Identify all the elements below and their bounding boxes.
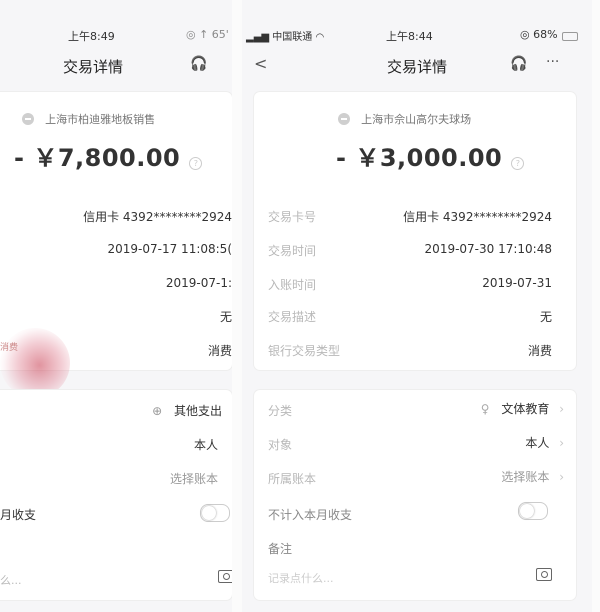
wifi-icon: ◠ xyxy=(315,32,325,43)
transaction-time-value: 2019-07-17 11:08:5( xyxy=(107,242,233,256)
target-label: 对象 xyxy=(268,438,293,452)
posting-time-label: 入账时间 xyxy=(268,278,317,292)
category-value: 文体教育 xyxy=(501,402,550,416)
nav-bar: < 交易详情 🎧 ··· xyxy=(242,52,592,80)
exclude-toggle[interactable] xyxy=(200,504,230,522)
bank-type-value: 消费 xyxy=(207,344,232,358)
note-input[interactable]: 记录点什么... xyxy=(268,570,334,586)
amount-row: - ￥3,000.00 ? xyxy=(336,138,525,173)
amount: - ￥7,800.00 xyxy=(14,144,181,172)
note-label: 备注 xyxy=(268,542,293,556)
card-number-label: 交易卡号 xyxy=(268,210,317,224)
status-time: 上午8:49 xyxy=(68,30,115,43)
more-button[interactable]: ··· xyxy=(546,54,559,70)
battery-icon xyxy=(562,32,578,41)
description-value: 无 xyxy=(539,310,552,324)
ledger-value: 选择账本 xyxy=(501,470,550,484)
category-icon: ⊕ xyxy=(152,404,163,418)
merchant-icon xyxy=(338,112,350,125)
transaction-card: 上海市佘山高尔夫球场 - ￥3,000.00 ? 交易卡号 信用卡 4392**… xyxy=(254,92,576,370)
signal-icon: ▂▄▆ xyxy=(246,32,270,43)
headset-icon[interactable]: 🎧 xyxy=(190,56,207,72)
nav-bar: 交易详情 🎧 xyxy=(0,52,232,80)
chevron-right-icon: › xyxy=(559,436,564,450)
chevron-right-icon: › xyxy=(559,470,564,484)
carrier: ▂▄▆ 中国联通 ◠ xyxy=(246,32,325,43)
chevron-right-icon: › xyxy=(559,402,564,416)
category-row[interactable]: ♀ 文体教育 › xyxy=(481,400,564,417)
category-row[interactable]: ⊕ 其他支出 xyxy=(152,402,222,419)
posting-time-value: 2019-07-1: xyxy=(165,276,232,290)
card-number-value: 信用卡 4392********2924 xyxy=(83,210,232,224)
battery: ◎ 68% xyxy=(520,28,558,41)
settings-card: 分类 ♀ 文体教育 › 对象 本人 › 所属账本 选择账本 › 不计入本月收支 … xyxy=(254,390,576,600)
bulb-icon: ♀ xyxy=(480,402,490,416)
bank-type-value: 消费 xyxy=(527,344,552,358)
status-icons: ◎ ↑ 65' xyxy=(186,28,229,41)
description-value: 无 xyxy=(219,310,232,324)
status-time: 上午8:44 xyxy=(386,30,433,43)
category-value: 其他支出 xyxy=(173,404,222,418)
camera-icon[interactable] xyxy=(218,570,232,583)
merchant-icon xyxy=(22,112,34,125)
left-screen: 上午8:49 ◎ ↑ 65' 交易详情 🎧 上海市柏迪雅地板销售 - ￥7,80… xyxy=(0,0,232,612)
headset-icon[interactable]: 🎧 xyxy=(510,56,527,72)
ledger-value[interactable]: 选择账本 xyxy=(170,470,218,487)
merchant-row: 上海市柏迪雅地板销售 xyxy=(22,108,155,127)
ledger-label: 所属账本 xyxy=(268,472,317,486)
right-screen: ▂▄▆ 中国联通 ◠ 上午8:44 ◎ 68% < 交易详情 🎧 ··· 上海市… xyxy=(242,0,592,612)
merchant-row: 上海市佘山高尔夫球场 xyxy=(338,108,471,127)
merchant-name: 上海市佘山高尔夫球场 xyxy=(361,113,472,126)
status-bar: 上午8:49 ◎ ↑ 65' xyxy=(0,28,232,48)
card-number-value: 信用卡 4392********2924 xyxy=(403,210,552,224)
page-title: 交易详情 xyxy=(386,58,447,76)
category-label: 分类 xyxy=(268,404,293,418)
info-icon[interactable]: ? xyxy=(189,157,203,170)
merchant-name: 上海市柏迪雅地板销售 xyxy=(45,113,156,126)
posting-time-value: 2019-07-31 xyxy=(482,276,552,290)
amount: - ￥3,000.00 xyxy=(336,144,503,172)
exclude-toggle[interactable] xyxy=(518,502,548,520)
page-title: 交易详情 xyxy=(62,58,123,76)
amount-row: - ￥7,800.00 ? xyxy=(14,138,203,173)
transaction-time-value: 2019-07-30 17:10:48 xyxy=(424,242,552,256)
ledger-row[interactable]: 选择账本 › xyxy=(501,468,564,485)
target-value: 本人 xyxy=(525,436,550,450)
note-input[interactable]: 么... xyxy=(0,572,22,588)
target-value[interactable]: 本人 xyxy=(194,436,218,453)
settings-card: ⊕ 其他支出 本人 选择账本 月收支 么... xyxy=(0,390,232,600)
toggle-label: 月收支 xyxy=(0,508,37,522)
camera-icon[interactable] xyxy=(536,568,552,581)
info-icon[interactable]: ? xyxy=(511,157,525,170)
target-row[interactable]: 本人 › xyxy=(525,434,564,451)
status-bar: ▂▄▆ 中国联通 ◠ 上午8:44 ◎ 68% xyxy=(242,28,592,48)
fingerprint-text: 消费 xyxy=(0,343,19,353)
toggle-label: 不计入本月收支 xyxy=(268,508,353,522)
bank-type-label: 银行交易类型 xyxy=(268,344,341,358)
transaction-time-label: 交易时间 xyxy=(268,244,317,258)
description-label: 交易描述 xyxy=(268,310,317,324)
